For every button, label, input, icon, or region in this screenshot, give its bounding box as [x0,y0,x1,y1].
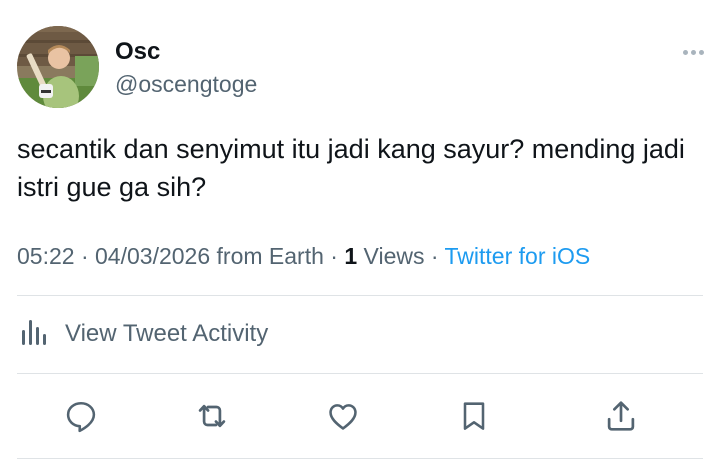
dot [698,49,704,55]
like-button[interactable] [323,396,363,436]
divider [17,458,703,459]
views-label: Views [363,243,425,269]
tweet-date[interactable]: 04/03/2026 [95,243,210,269]
reply-bubble-icon [66,401,96,433]
tweet-actions-bar [17,390,703,442]
share-icon [607,401,635,431]
meta-separator: · [80,243,89,269]
view-tweet-activity-button[interactable]: View Tweet Activity [17,313,268,355]
author-name[interactable]: Osc [115,38,160,66]
tweet-location: from Earth [216,243,324,269]
analytics-bars-icon [17,315,51,354]
meta-separator: · [430,243,439,269]
share-button[interactable] [601,396,641,436]
meta-separator: · [330,243,338,269]
divider [17,295,703,296]
views-count: 1 [344,243,358,269]
more-options-icon[interactable] [676,40,710,64]
heart-icon [329,404,357,430]
dot [682,49,688,55]
avatar[interactable] [17,26,99,108]
bookmark-button[interactable] [454,396,494,436]
tweet-time[interactable]: 05:22 [17,243,75,269]
activity-label: View Tweet Activity [65,320,269,347]
retweet-icon [198,404,226,428]
bookmark-icon [463,402,485,430]
tweet-source-link[interactable]: Twitter for iOS [445,243,591,269]
divider [17,373,703,374]
profile-photo [17,26,99,108]
reply-button[interactable] [61,396,101,436]
author-handle[interactable]: @oscengtoge [115,70,257,98]
tweet-text: secantik dan senyimut itu jadi kang sayu… [17,134,685,202]
dot [690,49,696,55]
retweet-button[interactable] [192,396,232,436]
tweet-meta: 05:22 · 04/03/2026 from Earth · 1 Views … [17,241,590,271]
